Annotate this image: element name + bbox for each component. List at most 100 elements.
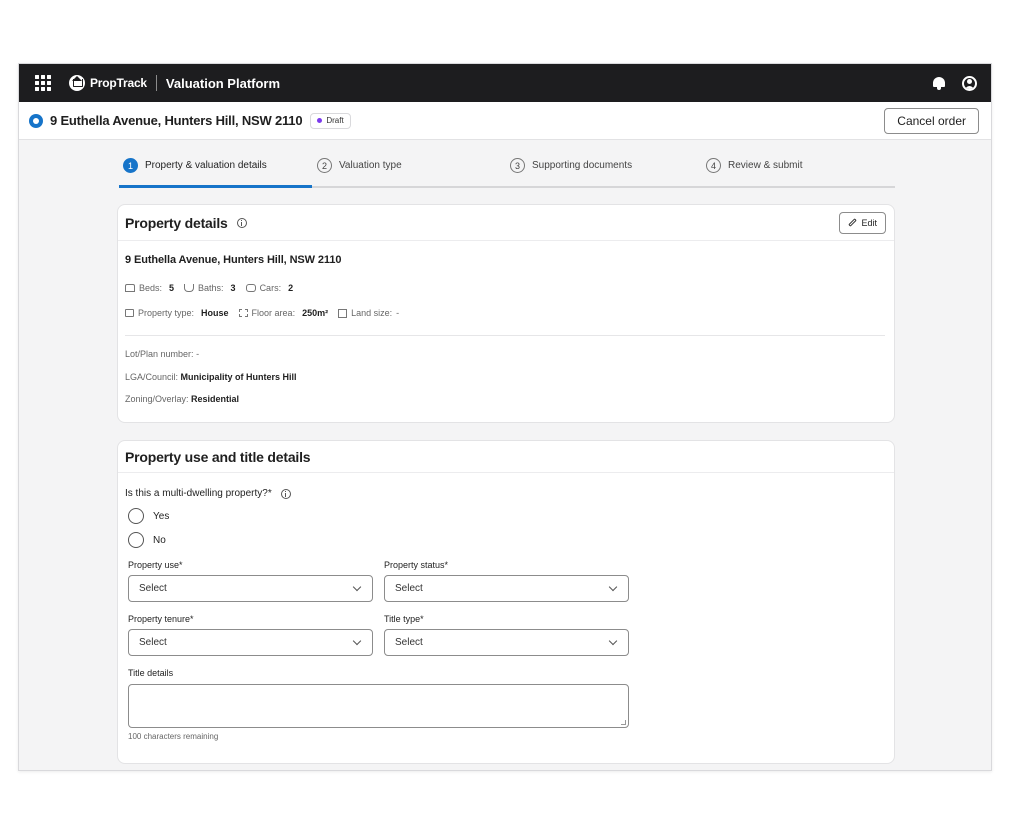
cars-stat: Cars: 2 (245, 283, 293, 293)
zoning-value: Residential (191, 394, 240, 404)
resize-handle-icon[interactable] (621, 720, 626, 725)
radio-option-no[interactable]: No (128, 532, 885, 548)
select-value: Select (395, 583, 423, 594)
characters-remaining: 100 characters remaining (128, 732, 219, 741)
use-status-fields: Property use* Select Property status* Se… (128, 560, 885, 602)
bath-icon (184, 284, 195, 292)
property-tenure-select[interactable]: Select (128, 629, 373, 656)
property-use-select[interactable]: Select (128, 575, 373, 602)
step-number: 2 (317, 158, 332, 173)
app-window: PropTrack Valuation Platform 9 Euthella … (18, 63, 992, 771)
step-number: 1 (123, 158, 138, 173)
lga-council-value: Municipality of Hunters Hill (180, 372, 297, 382)
property-use-field: Property use* Select (128, 560, 373, 602)
brand-name: PropTrack (90, 76, 147, 90)
baths-value: 3 (230, 283, 236, 293)
property-attributes-row: Property type: House Floor area: 250m² L… (125, 308, 885, 318)
baths-label: Baths: (198, 283, 224, 293)
bed-icon (125, 284, 135, 292)
app-launcher-icon[interactable] (35, 75, 51, 91)
beds-value: 5 (169, 283, 175, 293)
property-status-field: Property status* Select (384, 560, 629, 602)
multi-dwelling-label: Is this a multi-dwelling property?* (125, 488, 272, 499)
property-status-label: Property status* (384, 560, 449, 570)
property-type-value: House (201, 308, 229, 318)
radio-option-yes[interactable]: Yes (128, 508, 885, 524)
proptrack-logo-icon (69, 75, 85, 91)
title-type-label: Title type* (384, 614, 424, 624)
app-title: Valuation Platform (165, 75, 281, 91)
land-size-value: - (396, 308, 400, 318)
lga-council-row: LGA/Council: Municipality of Hunters Hil… (125, 372, 885, 382)
cars-label: Cars: (259, 283, 282, 293)
lga-council-label: LGA/Council: (125, 372, 179, 382)
step-label: Property & valuation details (145, 160, 267, 171)
zoning-label: Zoning/Overlay: (125, 394, 189, 404)
chevron-down-icon (608, 636, 618, 646)
radio-button[interactable] (128, 532, 144, 548)
title-type-field: Title type* Select (384, 614, 629, 656)
floor-area-value: 250m² (302, 308, 329, 318)
active-step-indicator (119, 185, 312, 188)
property-status-select[interactable]: Select (384, 575, 629, 602)
property-tenure-label: Property tenure* (128, 614, 194, 624)
user-account-icon[interactable] (962, 75, 977, 91)
beds-stat: Beds: 5 (125, 283, 174, 293)
edit-button-label: Edit (861, 217, 877, 228)
lot-plan-row: Lot/Plan number: - (125, 349, 885, 359)
step-number: 4 (706, 158, 721, 173)
info-icon[interactable] (280, 488, 291, 499)
cancel-order-button[interactable]: Cancel order (884, 107, 979, 134)
land-size-label: Land size: (351, 308, 393, 318)
zoning-row: Zoning/Overlay: Residential (125, 394, 885, 404)
step-supporting-documents[interactable]: 3 Supporting documents (510, 158, 632, 173)
location-pin-icon (29, 113, 43, 128)
order-header: 9 Euthella Avenue, Hunters Hill, NSW 211… (19, 102, 991, 140)
property-type-label: Property type: (138, 308, 195, 318)
card-header: Property details Edit (118, 205, 894, 241)
notifications-bell-icon[interactable] (932, 76, 946, 91)
info-icon[interactable] (236, 217, 247, 228)
top-nav-bar: PropTrack Valuation Platform (19, 64, 991, 102)
radio-button[interactable] (128, 508, 144, 524)
status-badge: Draft (310, 112, 351, 129)
lot-plan-value: - (196, 349, 200, 359)
step-valuation-type[interactable]: 2 Valuation type (317, 158, 402, 173)
chevron-down-icon (352, 582, 362, 592)
baths-stat: Baths: 3 (184, 283, 236, 293)
select-value: Select (139, 583, 167, 594)
title-details-textarea[interactable] (128, 684, 629, 728)
step-number: 3 (510, 158, 525, 173)
title-details-label: Title details (128, 668, 174, 678)
brand-logo[interactable]: PropTrack (69, 75, 147, 91)
status-dot-icon (317, 118, 323, 123)
order-address-title: 9 Euthella Avenue, Hunters Hill, NSW 211… (50, 113, 303, 128)
lot-plan-label: Lot/Plan number: (125, 349, 194, 359)
radio-label: No (153, 534, 166, 546)
radio-label: Yes (153, 510, 170, 522)
divider (155, 75, 157, 91)
land-size-icon (338, 308, 348, 318)
car-icon (245, 284, 256, 292)
property-use-title-card: Property use and title details Is this a… (117, 440, 895, 764)
property-address: 9 Euthella Avenue, Hunters Hill, NSW 211… (125, 254, 342, 266)
pencil-icon (848, 218, 858, 227)
step-review-submit[interactable]: 4 Review & submit (706, 158, 802, 173)
land-size-stat: Land size: - (338, 308, 399, 318)
floor-area-stat: Floor area: 250m² (238, 308, 329, 318)
step-property-valuation-details[interactable]: 1 Property & valuation details (123, 158, 267, 173)
beds-label: Beds: (139, 283, 163, 293)
step-label: Review & submit (728, 160, 803, 171)
step-label: Valuation type (339, 160, 402, 171)
select-value: Select (139, 637, 167, 648)
edit-button[interactable]: Edit (839, 211, 886, 234)
property-use-label: Property use* (128, 560, 183, 570)
progress-stepper: 1 Property & valuation details 2 Valuati… (119, 152, 895, 188)
status-badge-label: Draft (326, 116, 344, 125)
tenure-title-fields: Property tenure* Select Title type* Sele… (128, 614, 885, 656)
title-type-select[interactable]: Select (384, 629, 629, 656)
multi-dwelling-question: Is this a multi-dwelling property?* (125, 488, 885, 499)
floor-area-label: Floor area: (251, 308, 296, 318)
select-value: Select (395, 637, 423, 648)
chevron-down-icon (352, 636, 362, 646)
